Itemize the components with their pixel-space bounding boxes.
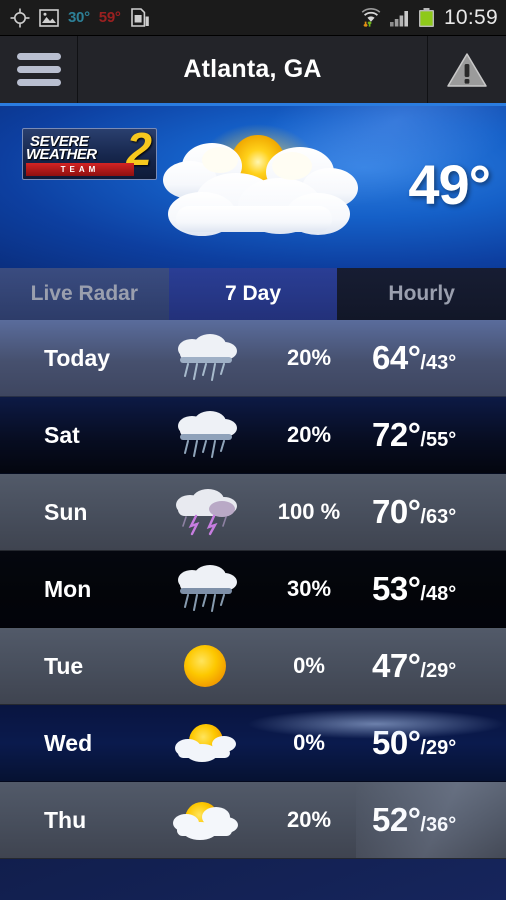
low-temp: /55° [420,429,457,451]
warning-triangle-icon [446,51,488,89]
table-row[interactable]: Today 20% 64°/43° [0,320,506,397]
image-gallery-icon [39,8,59,27]
rain-shower-icon [150,406,260,464]
hamburger-menu-button[interactable] [0,36,78,103]
low-temp: /43° [420,352,457,374]
weather-alert-button[interactable] [428,36,506,103]
weather-app-screen: 30° 59° 10:59 Atlanta, GA 2 SEVERE WEATH… [0,0,506,900]
thunderstorm-icon [150,483,260,541]
app-header-bar: Atlanta, GA [0,36,506,106]
low-temp: /48° [420,583,457,605]
current-temperature: 49° [408,153,491,216]
forecast-day-label: Sat [44,421,80,448]
forecast-temps: 50°/29° [358,724,506,762]
forecast-temps: 72°/55° [358,416,506,454]
precip-chance: 0% [293,730,325,756]
high-temp: 53° [372,570,421,607]
table-row[interactable]: Wed 0% 50°/29° [0,705,506,782]
tab-7-day[interactable]: 7 Day [168,268,338,320]
forecast-day-label: Today [44,344,111,371]
forecast-day-label: Wed [44,729,93,756]
severe-weather-team-2-logo: 2 SEVERE WEATHER TEAM [22,128,157,180]
sunny-icon [150,637,260,695]
table-row[interactable]: Mon 30% 53°/48° [0,551,506,628]
status-clock: 10:59 [443,5,498,29]
precip-chance: 20% [286,807,332,833]
high-temp: 52° [372,801,421,838]
status-bar-right-icons: 10:59 [360,6,498,30]
forecast-temps: 70°/63° [358,493,506,531]
forecast-day-label: Thu [44,806,87,833]
status-bar-left-icons: 30° 59° [10,8,150,28]
cellular-signal-icon [389,9,411,27]
forecast-tab-bar: Live Radar 7 Day Hourly [0,268,506,320]
high-temp: 72° [372,416,421,453]
high-temp: 64° [372,339,421,376]
high-temp: 47° [372,647,421,684]
low-temp: /29° [420,660,457,682]
battery-full-icon [418,7,435,28]
low-temp: /29° [420,737,457,759]
forecast-day-label: Tue [44,652,84,679]
table-row[interactable]: Sun 100 % 70°/63° [0,474,506,551]
seven-day-forecast-list: Today 20% 64°/43° Sat 20% 72°/55° Sun 10… [0,320,506,859]
tab-hourly[interactable]: Hourly [337,268,506,320]
current-conditions-hero[interactable]: 2 SEVERE WEATHER TEAM 49° [0,106,506,268]
high-temp: 70° [372,493,421,530]
hamburger-menu-icon [16,53,61,86]
precip-chance: 30% [286,576,332,602]
low-temp: /63° [420,506,457,528]
page-title: Atlanta, GA [183,55,322,83]
rain-shower-icon [150,329,260,387]
partly-cloudy-icon [150,714,260,772]
forecast-temps: 52°/36° [358,801,506,839]
forecast-day-label: Sun [44,498,88,525]
table-row[interactable]: Thu 20% 52°/36° [0,782,506,859]
precip-chance: 100 % [277,499,341,525]
high-temp: 50° [372,724,421,761]
low-temp: /36° [420,814,457,836]
forecast-temps: 53°/48° [358,570,506,608]
partly-cloudy-icon [150,791,260,849]
logo-team-banner: TEAM [26,163,134,176]
tab-live-radar[interactable]: Live Radar [0,268,169,320]
sim-card-icon [130,8,150,27]
precip-chance: 0% [293,653,325,679]
forecast-day-label: Mon [44,575,92,602]
gps-crosshair-icon [10,8,30,28]
location-title-area[interactable]: Atlanta, GA [78,36,428,103]
logo-line-weather: WEATHER [26,146,97,163]
rain-shower-icon [150,560,260,618]
status-temp-red: 59° [98,9,121,26]
table-row[interactable]: Sat 20% 72°/55° [0,397,506,474]
precip-chance: 20% [286,345,332,371]
precip-chance: 20% [286,422,332,448]
forecast-temps: 47°/29° [358,647,506,685]
wifi-transfer-icon [360,7,382,28]
status-temp-teal: 30° [68,9,90,26]
android-status-bar: 30° 59° 10:59 [0,0,506,36]
sun-behind-clouds-icon [150,114,365,264]
forecast-temps: 64°/43° [358,339,506,377]
table-row[interactable]: Tue 0% 47°/29° [0,628,506,705]
